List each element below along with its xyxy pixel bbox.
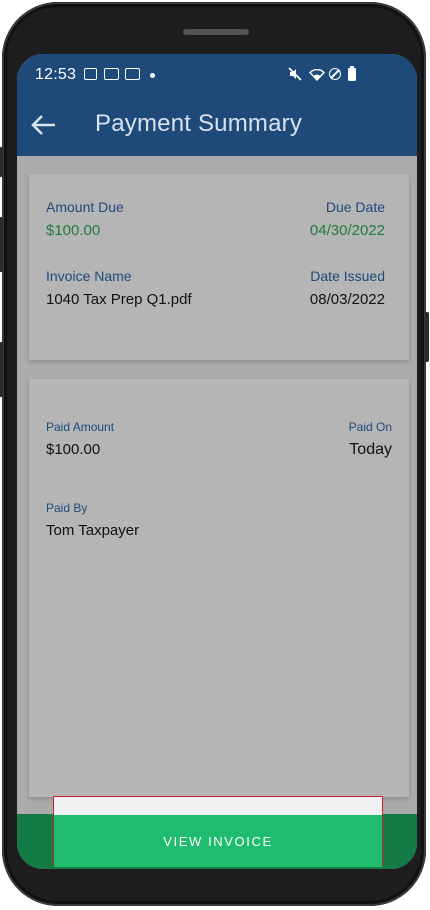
view-invoice-button-fill: VIEW INVOICE (54, 815, 382, 867)
invoice-name-label: Invoice Name (46, 268, 132, 284)
paid-amount-label: Paid Amount (46, 420, 115, 434)
invoice-name-value: 1040 Tax Prep Q1.pdf (46, 291, 192, 308)
back-button[interactable] (27, 108, 61, 142)
due-date-value: 04/30/2022 (309, 222, 385, 239)
outlook-notification-icon (104, 68, 119, 80)
power-button (425, 312, 429, 362)
battery-icon (348, 66, 356, 81)
paid-by-value: Tom Taxpayer (46, 522, 140, 539)
amount-due-label: Amount Due (46, 199, 124, 215)
view-invoice-button[interactable]: VIEW INVOICE (53, 796, 383, 867)
paid-by-label: Paid By (46, 501, 88, 515)
wifi-icon (309, 68, 325, 82)
due-date-label: Due Date (325, 199, 385, 215)
status-time: 12:53 (35, 66, 77, 83)
paid-on-value: Today (349, 441, 392, 458)
more-notifications-icon (150, 73, 155, 78)
view-invoice-label: VIEW INVOICE (163, 833, 273, 849)
phone-frame: 12:53 Payment Summary Amount Due $100.00… (0, 2, 429, 906)
volume-button (0, 217, 3, 272)
date-issued-label: Date Issued (310, 268, 385, 284)
date-issued-value: 08/03/2022 (309, 291, 385, 308)
paid-amount-value: $100.00 (46, 441, 101, 458)
volume-button (0, 147, 3, 177)
earpiece-speaker (183, 29, 249, 35)
screen: 12:53 Payment Summary Amount Due $100.00… (17, 54, 417, 869)
arrow-left-icon (31, 115, 55, 135)
button-top-highlight (54, 797, 382, 815)
outlook-notification-icon (125, 68, 140, 80)
page-title: Payment Summary (95, 110, 303, 137)
paid-on-label: Paid On (348, 420, 392, 434)
volume-button (0, 342, 3, 397)
amount-due-value: $100.00 (46, 222, 101, 239)
do-not-disturb-icon (329, 68, 341, 80)
payment-details-card: Paid Amount $100.00 Paid On Today Paid B… (29, 379, 409, 797)
image-notification-icon (84, 68, 97, 80)
mute-icon (288, 67, 302, 84)
status-bar: 12:53 (17, 54, 417, 94)
invoice-details-card: Amount Due $100.00 Due Date 04/30/2022 I… (29, 174, 409, 360)
app-bar: 12:53 Payment Summary (17, 54, 417, 156)
